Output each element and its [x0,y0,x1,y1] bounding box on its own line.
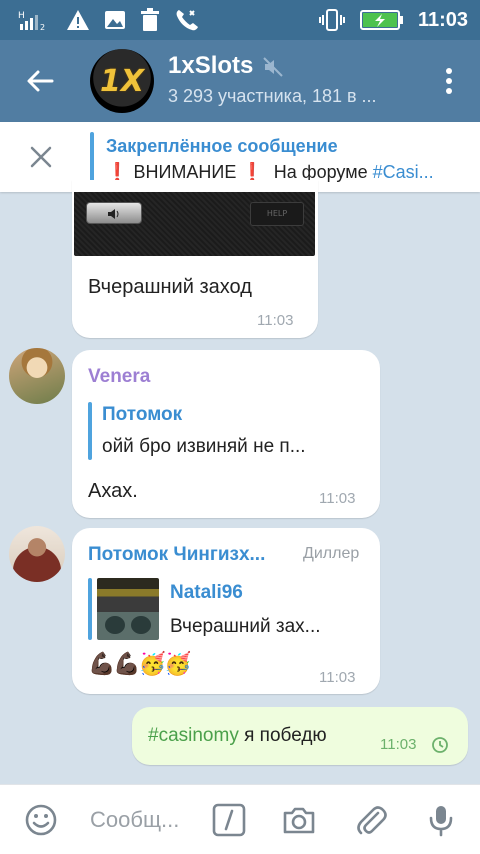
mic-icon[interactable] [424,803,458,837]
reply-thumbnail[interactable] [97,578,159,640]
message-text: Вчерашний заход [88,276,252,298]
status-time: 11:03 [417,8,468,31]
outgoing-message-bubble[interactable]: #casinomy я победю 11:03 [132,707,468,765]
message-input[interactable]: Сообщ... [90,807,179,833]
message-text: Ахах. [88,480,138,502]
back-arrow-icon[interactable] [24,65,56,97]
pinned-hashtag[interactable]: #Casi... [373,162,434,182]
message-bubble[interactable]: Venera Потомок ойй бро извиняй не п... А… [72,350,380,518]
message-hashtag[interactable]: #casinomy [148,725,239,746]
message-emoji: 💪🏿💪🏿🥳🥳 [88,652,192,677]
svg-text:H: H [18,11,25,21]
exclamation-icon: ❗ [241,162,264,182]
vibrate-icon [318,9,345,31]
call-icon [176,10,198,31]
message-bubble[interactable]: Потомок Чингизх... Диллер Natali96 Вчера… [72,528,380,694]
reply-accent-bar [88,402,92,460]
reply-text[interactable]: ойй бро извиняй не п... [102,436,306,458]
exclamation-icon: ❗ [106,162,129,182]
chat-avatar[interactable]: 1X [90,49,154,113]
avatar-logo: 1X [99,63,144,99]
message-bubble[interactable]: HELP Вчерашний заход 11:03 [72,180,318,338]
message-time: 11:03 [257,312,294,329]
sender-name[interactable]: Venera [88,366,150,388]
close-icon[interactable] [28,144,54,170]
reply-text[interactable]: Вчерашний зах... [170,616,321,638]
thumb-detail [105,616,125,634]
reply-sender[interactable]: Потомок [102,404,182,426]
sender-name[interactable]: Потомок Чингизх... [88,544,265,566]
pinned-text-after: На форуме [273,162,368,182]
signal-icon: H 2 [18,11,45,32]
attach-icon[interactable] [354,803,388,837]
thumb-detail [131,616,151,634]
message-media[interactable]: HELP [74,192,315,256]
warning-icon [67,10,89,30]
pinned-title: Закреплённое сообщение [106,136,338,156]
trash-icon [141,8,159,31]
camera-icon[interactable] [282,803,316,837]
admin-badge: Диллер [303,545,360,562]
message-body: я победю [244,725,327,746]
reply-accent-bar [88,578,92,640]
sound-button [86,202,142,224]
chat-title[interactable]: 1xSlots [168,52,253,80]
message-text: #casinomy я победю [148,725,327,747]
avatar[interactable] [9,526,65,582]
chat-header: 1X 1xSlots 3 293 участника, 181 в ... [0,40,480,122]
message-time: 11:03 [319,490,356,507]
message-time: 11:03 [319,669,356,686]
more-vert-icon[interactable] [444,66,454,96]
status-left-icons: H 2 [18,6,200,34]
svg-text:2: 2 [40,23,45,32]
emoji-icon[interactable] [24,803,58,837]
status-bar: H 2 11:03 [0,0,480,40]
chat-subtitle[interactable]: 3 293 участника, 181 в ... [168,86,377,107]
battery-charging-icon [359,10,403,30]
message-input-bar: Сообщ... [0,784,480,854]
reply-sender[interactable]: Natali96 [170,582,243,604]
clock-icon [432,737,448,753]
pinned-text-before: ВНИМАНИЕ [133,162,237,182]
message-time: 11:03 [380,736,417,753]
mute-icon [263,57,283,77]
status-right-icons: 11:03 [318,6,468,34]
avatar[interactable] [9,348,65,404]
bot-command-icon[interactable] [212,803,246,837]
image-icon [105,11,125,29]
pinned-accent-bar [90,132,94,184]
speaker-icon [108,209,119,219]
help-button: HELP [250,202,304,226]
